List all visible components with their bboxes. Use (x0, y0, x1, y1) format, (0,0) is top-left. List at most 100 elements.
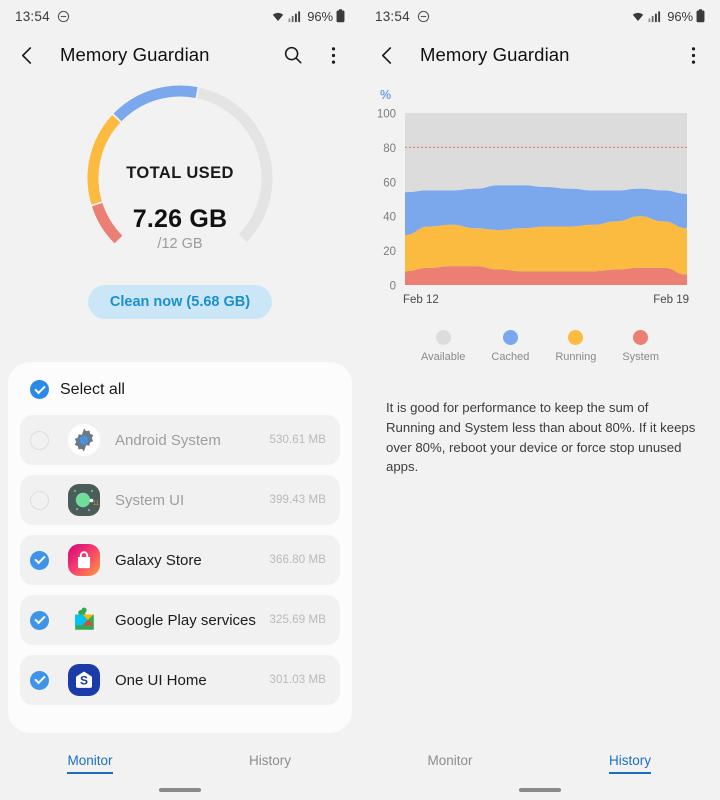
tab-monitor-label-2: Monitor (427, 753, 473, 768)
google-play-services-icon (67, 603, 101, 637)
app-bar-2: Memory Guardian (360, 32, 720, 78)
legend-color-dot (568, 330, 584, 345)
system-ui-icon: 11 (67, 483, 101, 517)
gauge-segment-available (197, 87, 273, 243)
legend-color-dot (435, 330, 451, 345)
cellular-signal-icon (288, 10, 301, 22)
app-checkbox[interactable] (30, 430, 49, 450)
app-memory-size: 530.61 MB (269, 434, 326, 446)
more-vertical-icon-2[interactable] (680, 42, 706, 68)
tab-history-label-2: History (608, 753, 651, 774)
chart-ytick-label: 0 (390, 281, 396, 293)
chart-legend: Available Cached Running System (360, 330, 720, 363)
do-not-disturb-icon-2 (417, 10, 430, 23)
wifi-icon (273, 12, 284, 21)
legend-label: Running (555, 351, 597, 363)
memory-history-chart: % 0 20 40 60 80 100 Feb 12 Feb 19 (360, 78, 720, 328)
stacked-area-chart: 0 20 40 60 80 100 Feb 12 Feb 19 (377, 109, 689, 307)
tab-history[interactable]: History (180, 753, 360, 778)
app-name: Galaxy Store (115, 551, 202, 569)
status-bar-2: 13:54 96% (360, 0, 720, 32)
legend-color-dot (502, 330, 518, 345)
app-list-card: Select all Android System 530.61 MB 11 Syst… (8, 362, 352, 733)
app-memory-size: 399.43 MB (269, 494, 326, 506)
gauge-segment-system (91, 202, 123, 244)
chart-ytick-label: 100 (377, 109, 396, 121)
chart-ytick-label: 60 (383, 177, 396, 189)
legend-label: Cached (491, 351, 530, 363)
page-title-2: Memory Guardian (420, 44, 570, 65)
app-list-item[interactable]: S One UI Home 301.03 MB (20, 655, 340, 705)
app-name: Google Play services (115, 611, 256, 629)
legend-color-dot (633, 330, 649, 345)
status-indicators-2: 96% (631, 9, 705, 24)
legend-item: System (622, 330, 659, 363)
app-name: One UI Home (115, 671, 207, 689)
back-arrow-icon-2[interactable] (374, 42, 400, 68)
app-list-item[interactable]: 11 System UI 399.43 MB (20, 475, 340, 525)
bottom-tabs-monitor: Monitor History (0, 753, 360, 778)
app-name: System UI (115, 491, 185, 509)
legend-item: Running (555, 330, 596, 363)
battery-percent-2: 96% (667, 8, 693, 24)
select-all-checkbox[interactable] (30, 380, 49, 399)
monitor-screen: 13:54 96% Memory Guardian TOTAL USED 7.2… (0, 0, 360, 800)
navigation-handle-2[interactable] (519, 788, 561, 792)
navigation-handle[interactable] (159, 788, 201, 792)
app-list-item[interactable]: Android System 530.61 MB (20, 415, 340, 465)
gauge-segment-running (87, 115, 121, 205)
one-ui-home-icon: S (67, 663, 101, 697)
search-icon[interactable] (280, 42, 306, 68)
app-list-item[interactable]: Galaxy Store 366.80 MB (20, 535, 340, 585)
tab-monitor-2[interactable]: Monitor (360, 753, 540, 778)
chart-xtick-start: Feb 12 (403, 294, 439, 306)
clean-now-button[interactable]: Clean now (5.68 GB) (87, 285, 273, 319)
clean-button-row: Clean now (5.68 GB) (0, 285, 360, 319)
legend-item: Cached (491, 330, 529, 363)
dual-screenshot-container: 13:54 96% Memory Guardian TOTAL USED 7.2… (0, 0, 720, 800)
status-indicators: 96% (271, 9, 345, 24)
app-memory-size: 325.69 MB (269, 614, 326, 626)
battery-full-icon-2 (696, 9, 705, 23)
chart-ytick-label: 20 (383, 246, 396, 258)
do-not-disturb-icon (57, 10, 70, 23)
gauge-segment-cached (113, 85, 198, 122)
wifi-icon-2 (633, 12, 644, 21)
chart-note-text: It is good for performance to keep the s… (386, 400, 696, 475)
more-vertical-icon[interactable] (320, 42, 346, 68)
history-screen: 13:54 96% Memory Guardian % 0 20 40 60 8… (360, 0, 720, 800)
tab-monitor[interactable]: Monitor (0, 753, 180, 778)
battery-full-icon (336, 9, 345, 23)
chart-ytick-label: 80 (383, 143, 396, 155)
svg-text:11: 11 (93, 501, 100, 507)
app-bar: Memory Guardian (0, 32, 360, 78)
legend-label: System (622, 351, 660, 363)
back-arrow-icon[interactable] (14, 42, 40, 68)
android-settings-gear-icon (67, 423, 101, 457)
chart-y-axis-label: % (380, 88, 392, 102)
chart-band-available (405, 113, 687, 194)
app-list-item[interactable]: Google Play services 325.69 MB (20, 595, 340, 645)
app-checkbox[interactable] (30, 670, 49, 690)
chart-xtick-end: Feb 19 (653, 294, 689, 306)
app-checkbox[interactable] (30, 490, 49, 510)
bottom-tabs-history: Monitor History (360, 753, 720, 778)
tab-history-label: History (248, 753, 291, 768)
select-all-row[interactable]: Select all (20, 374, 340, 405)
galaxy-store-icon (67, 543, 101, 577)
svg-text:S: S (80, 674, 88, 688)
memory-gauge: TOTAL USED 7.26 GB /12 GB (0, 78, 360, 283)
select-all-label: Select all (60, 380, 125, 398)
app-checkbox[interactable] (30, 610, 49, 630)
cellular-signal-icon-2 (648, 10, 661, 22)
app-checkbox[interactable] (30, 550, 49, 570)
tab-monitor-label: Monitor (67, 753, 113, 774)
app-name: Android System (115, 431, 221, 449)
page-title: Memory Guardian (60, 44, 210, 65)
gauge-ring (87, 85, 273, 244)
legend-label: Available (420, 351, 466, 363)
legend-item: Available (421, 330, 465, 363)
tab-history-2[interactable]: History (540, 753, 720, 778)
app-list: Android System 530.61 MB 11 System UI 399.43… (20, 415, 340, 705)
status-time: 13:54 (15, 8, 50, 24)
